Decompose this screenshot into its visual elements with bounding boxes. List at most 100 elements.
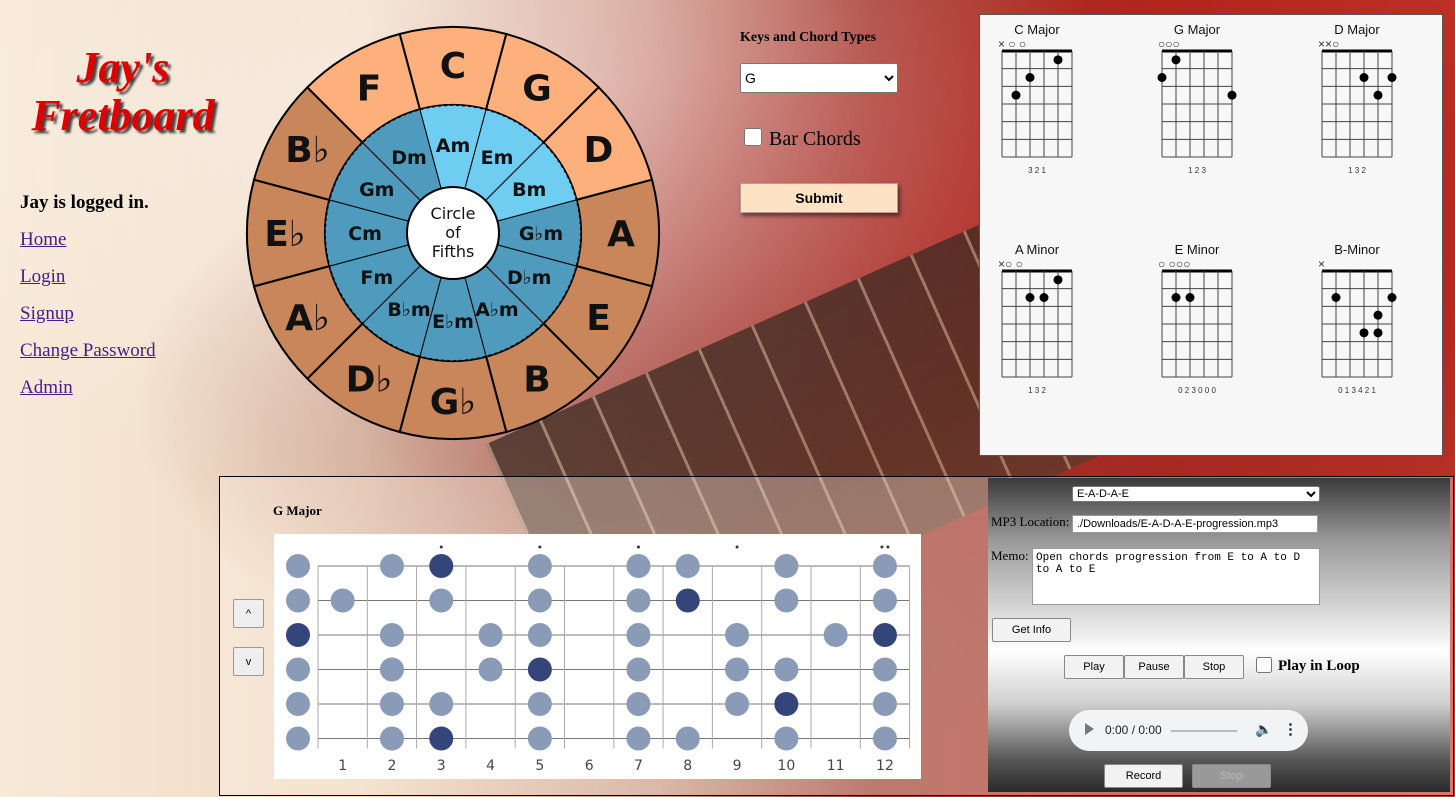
fretboard-scale-note[interactable]	[725, 623, 750, 647]
fretboard-scale-note[interactable]	[527, 588, 552, 613]
nav-admin[interactable]: Admin	[20, 377, 156, 414]
fretboard-scale-note[interactable]	[675, 726, 700, 751]
cof-minor-label: Gm	[359, 179, 394, 201]
fretboard-scale-note[interactable]	[872, 554, 897, 578]
cof-center-text: Fifths	[432, 242, 475, 261]
fretboard-scale-note[interactable]	[379, 692, 404, 716]
submit-button[interactable]: Submit	[740, 183, 898, 213]
nav-change-password[interactable]: Change Password	[20, 340, 156, 377]
fretboard-scale-note[interactable]	[774, 554, 799, 578]
chord-diagrams-panel: C Major × ○ ○ 3 2 1G Major ○○○ 1 2 3D Major ×…	[979, 14, 1443, 456]
fret-inlay-dot	[538, 545, 542, 549]
fretboard-root-note[interactable]	[774, 692, 799, 716]
fretboard-scale-note[interactable]	[872, 588, 897, 613]
fretboard-scale-note[interactable]	[379, 657, 404, 682]
nav-login[interactable]: Login	[20, 266, 156, 303]
chord-finger-dot	[1025, 73, 1035, 82]
logo-line-1: Jay's	[76, 43, 170, 92]
fretboard-scale-note[interactable]	[626, 726, 651, 751]
chord-finger-dot	[1011, 90, 1021, 100]
fretboard-scale-note[interactable]	[478, 657, 503, 682]
fretboard-scale-note[interactable]	[286, 554, 310, 578]
fretboard-scale-note[interactable]	[626, 623, 651, 647]
fretboard-scale-note[interactable]	[626, 657, 651, 682]
fretboard-scale-note[interactable]	[286, 692, 310, 716]
fretboard-scale-note[interactable]	[823, 623, 848, 647]
fretboard-root-note[interactable]	[872, 623, 897, 647]
cof-major-label: E♭	[264, 214, 306, 255]
fretboard-scale-note[interactable]	[527, 554, 552, 578]
circle-of-fifths[interactable]: C Am G Em D Bm A G♭m E D♭m B A♭m G♭ E♭m D♭ B♭m A♭ Fm E♭ Cm B…	[244, 24, 662, 442]
get-info-button[interactable]: Get Info	[992, 618, 1071, 642]
progression-select[interactable]: E-A-D-A-E	[1072, 486, 1320, 502]
fret-number: 6	[585, 758, 594, 774]
record-button[interactable]: Record	[1104, 764, 1183, 788]
fretboard-scale-note[interactable]	[872, 657, 897, 682]
fretboard-scale-note[interactable]	[527, 692, 552, 716]
stop-button[interactable]: Stop	[1184, 655, 1244, 679]
shift-down-button[interactable]: v	[233, 647, 264, 676]
fretboard-scale-note[interactable]	[872, 692, 897, 716]
fretboard-scale-note[interactable]	[725, 657, 750, 682]
fretboard-root-note[interactable]	[286, 623, 310, 647]
fretboard-title: G Major	[273, 503, 322, 518]
audio-player[interactable]: 0:00 / 0:00 🔈 ⋮	[1069, 710, 1308, 751]
cof-minor-label: E♭m	[432, 311, 474, 333]
fretboard-scale-note[interactable]	[774, 726, 799, 751]
play-in-loop-checkbox[interactable]	[1256, 657, 1272, 673]
fretboard-scale-note[interactable]	[675, 554, 700, 578]
shift-up-button[interactable]: ^	[233, 599, 264, 628]
fretboard-scale-note[interactable]	[872, 726, 897, 751]
fretboard-scale-note[interactable]	[626, 588, 651, 613]
fretboard-scale-note[interactable]	[379, 623, 404, 647]
fretboard-scale-note[interactable]	[379, 726, 404, 751]
fretboard-root-note[interactable]	[527, 657, 552, 682]
fretboard-scale-note[interactable]	[478, 623, 503, 647]
fretboard-scale-note[interactable]	[286, 726, 310, 751]
fretboard-scale-note[interactable]	[527, 726, 552, 751]
cof-major-label: A♭	[285, 298, 330, 339]
fretboard-scale-note[interactable]	[626, 554, 651, 578]
audio-seek-bar[interactable]	[1171, 730, 1237, 732]
cof-major-label: A	[607, 214, 635, 255]
fretboard-scale-note[interactable]	[626, 692, 651, 716]
fretboard-scale-note[interactable]	[725, 692, 750, 716]
fretboard-scale-note[interactable]	[774, 657, 799, 682]
cof-major-label: B	[523, 359, 550, 400]
audio-play-icon[interactable]	[1085, 723, 1094, 735]
fret-number: 11	[827, 758, 845, 774]
chord-finger-dot	[1171, 55, 1181, 65]
mp3-location-input[interactable]	[1072, 515, 1318, 533]
more-options-icon[interactable]: ⋮	[1283, 720, 1298, 738]
fretboard-scale-note[interactable]	[429, 692, 454, 716]
fretboard-root-note[interactable]	[429, 726, 454, 751]
cof-major-label: C	[440, 46, 466, 87]
fretboard-scale-note[interactable]	[379, 554, 404, 578]
fretboard-root-note[interactable]	[429, 554, 454, 578]
fretboard-scale-note[interactable]	[286, 588, 310, 613]
fretboard-diagram[interactable]: 1 2 3 4 5 6 7 8 9 10 11 12	[274, 534, 921, 779]
nav-signup[interactable]: Signup	[20, 303, 156, 340]
play-button[interactable]: Play	[1064, 655, 1124, 679]
fret-number: 7	[634, 758, 643, 774]
chord-finger-dot	[1359, 328, 1369, 338]
chord-name: A Minor	[1015, 242, 1060, 257]
volume-icon[interactable]: 🔈	[1255, 721, 1272, 738]
fretboard-scale-note[interactable]	[774, 588, 799, 613]
cof-major-label: D♭	[346, 359, 393, 400]
stop-record-button[interactable]: Stop	[1192, 764, 1271, 788]
bar-chords-checkbox[interactable]	[744, 128, 762, 146]
fretboard-scale-note[interactable]	[330, 588, 355, 613]
key-select[interactable]: G	[740, 63, 898, 93]
fretboard-root-note[interactable]	[675, 588, 700, 613]
fretboard-scale-note[interactable]	[527, 623, 552, 647]
chord-finger-dot	[1359, 73, 1369, 82]
memo-textarea[interactable]: Open chords progression from E to A to D…	[1032, 548, 1320, 605]
fretboard-scale-note[interactable]	[429, 588, 454, 613]
chord-name: G Major	[1174, 22, 1221, 37]
fretboard-scale-note[interactable]	[286, 657, 310, 682]
chord-finger-dot	[1373, 328, 1383, 338]
cof-minor-label: B♭m	[387, 299, 430, 321]
nav-home[interactable]: Home	[20, 229, 156, 266]
pause-button[interactable]: Pause	[1124, 655, 1184, 679]
